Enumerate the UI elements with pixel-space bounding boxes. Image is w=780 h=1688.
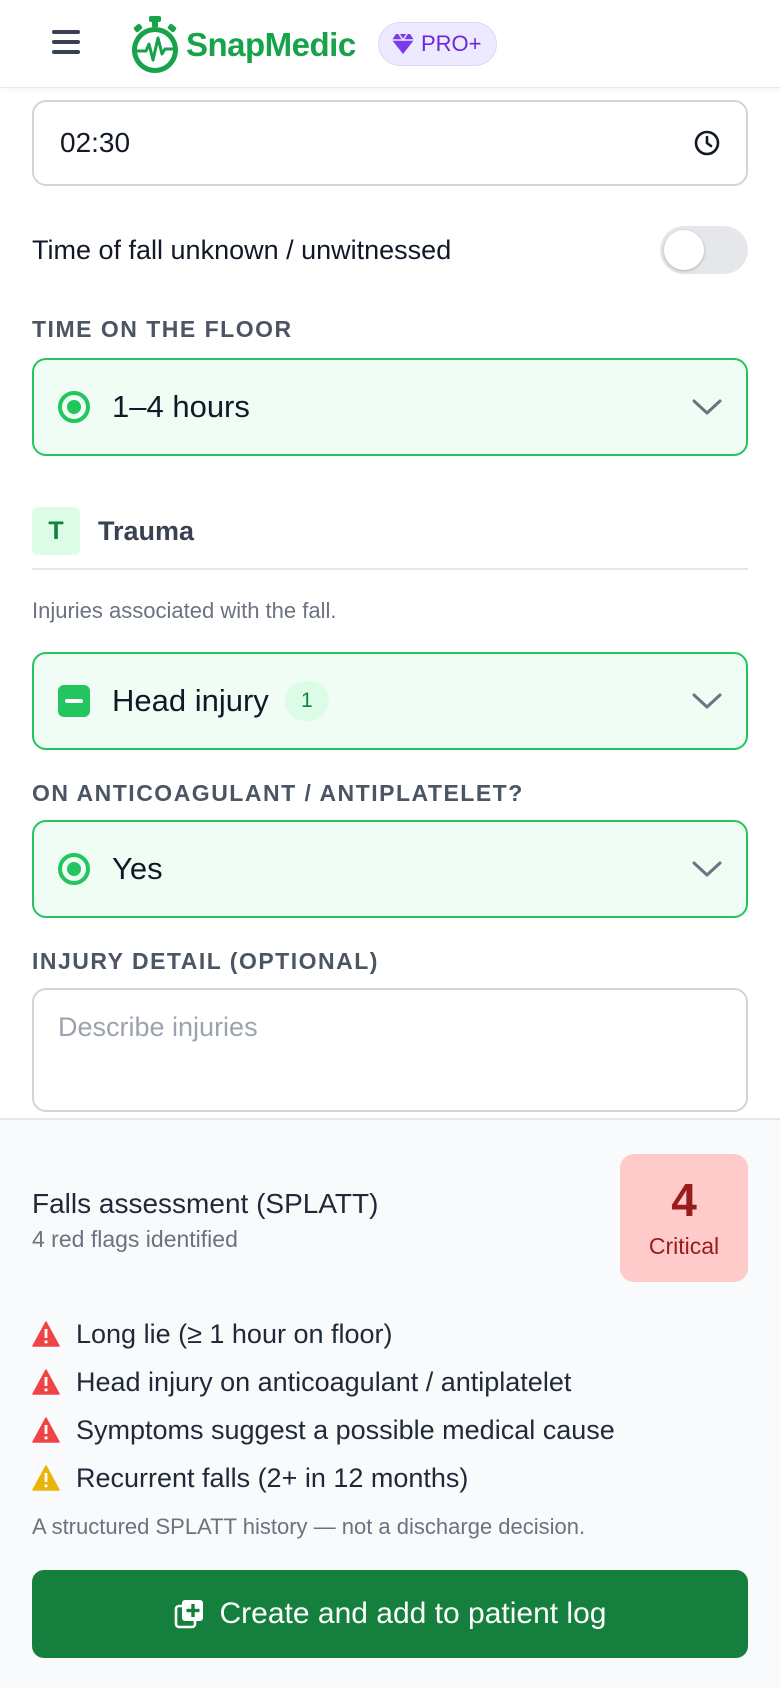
flag-text: Long lie (≥ 1 hour on floor) xyxy=(76,1318,393,1349)
injury-detail-label: INJURY DETAIL (OPTIONAL) xyxy=(32,948,379,974)
fall-time-input[interactable]: 02:30 xyxy=(32,100,748,186)
score-value: 4 xyxy=(671,1173,697,1226)
brand-name: SnapMedic xyxy=(186,26,356,63)
anticoagulant-select[interactable]: Yes xyxy=(32,820,748,918)
anticoagulant-label: ON ANTICOAGULANT / ANTIPLATELET? xyxy=(32,780,524,806)
list-item: Long lie (≥ 1 hour on floor) xyxy=(32,1310,748,1358)
warning-icon xyxy=(32,1321,60,1347)
fall-time-value: 02:30 xyxy=(60,127,131,158)
time-on-floor-label: TIME ON THE FLOOR xyxy=(32,316,293,342)
trauma-chip: T xyxy=(32,507,80,555)
warning-icon xyxy=(32,1369,60,1395)
trauma-title: Trauma xyxy=(98,515,195,546)
injury-detail-placeholder: Describe injuries xyxy=(58,1012,258,1042)
list-item: Symptoms suggest a possible medical caus… xyxy=(32,1406,748,1454)
trauma-description: Injuries associated with the fall. xyxy=(32,598,337,623)
flag-text: Head injury on anticoagulant / antiplate… xyxy=(76,1366,572,1397)
time-unknown-row: Time of fall unknown / unwitnessed xyxy=(32,222,748,278)
trauma-section-header: T Trauma xyxy=(32,506,748,570)
brand-logo[interactable]: SnapMedic xyxy=(128,16,356,74)
assessment-panel: Falls assessment (SPLATT) 4 red flags id… xyxy=(0,1118,780,1688)
assessment-subtitle: 4 red flags identified xyxy=(32,1226,238,1252)
toggle-knob xyxy=(664,230,704,270)
time-on-floor-value: 1–4 hours xyxy=(112,389,250,424)
time-unknown-toggle[interactable] xyxy=(660,226,748,274)
anticoagulant-value: Yes xyxy=(112,851,163,886)
injury-detail-textarea[interactable]: Describe injuries xyxy=(32,988,748,1112)
warning-icon xyxy=(32,1417,60,1443)
chevron-down-icon xyxy=(692,399,722,415)
list-item: Recurrent falls (2+ in 12 months) xyxy=(32,1454,748,1502)
chevron-down-icon xyxy=(692,861,722,877)
radio-selected-icon xyxy=(58,853,90,885)
cta-label: Create and add to patient log xyxy=(219,1597,607,1630)
disclaimer-text: A structured SPLATT history — not a disc… xyxy=(32,1514,586,1539)
red-flag-list: Long lie (≥ 1 hour on floor) Head injury… xyxy=(32,1310,748,1502)
caution-icon xyxy=(32,1465,60,1491)
flag-text: Symptoms suggest a possible medical caus… xyxy=(76,1414,615,1445)
score-label: Critical xyxy=(648,1232,720,1259)
pro-plus-badge[interactable]: PRO+ xyxy=(378,22,497,66)
pro-badge-label: PRO+ xyxy=(421,31,482,56)
hamburger-menu-icon[interactable] xyxy=(52,30,84,58)
diamond-icon xyxy=(392,33,414,54)
time-unknown-label: Time of fall unknown / unwitnessed xyxy=(32,234,452,265)
create-and-log-button[interactable]: Create and add to patient log xyxy=(32,1570,748,1658)
list-item: Head injury on anticoagulant / antiplate… xyxy=(32,1358,748,1406)
flag-text: Recurrent falls (2+ in 12 months) xyxy=(76,1462,469,1493)
injury-count-badge: 1 xyxy=(284,681,329,721)
injury-select-value: Head injury xyxy=(112,683,269,718)
clock-icon[interactable] xyxy=(694,130,720,156)
score-badge: 4 Critical xyxy=(620,1154,748,1282)
stopwatch-heartbeat-icon xyxy=(132,16,178,73)
indeterminate-checkbox-icon xyxy=(58,685,90,717)
add-to-log-icon xyxy=(174,1600,203,1629)
assessment-title: Falls assessment (SPLATT) xyxy=(32,1188,379,1219)
injury-select[interactable]: Head injury 1 xyxy=(32,652,748,750)
app-header: SnapMedic PRO+ xyxy=(0,0,780,88)
chevron-down-icon xyxy=(692,693,722,709)
time-on-floor-select[interactable]: 1–4 hours xyxy=(32,358,748,456)
radio-selected-icon xyxy=(58,391,90,423)
